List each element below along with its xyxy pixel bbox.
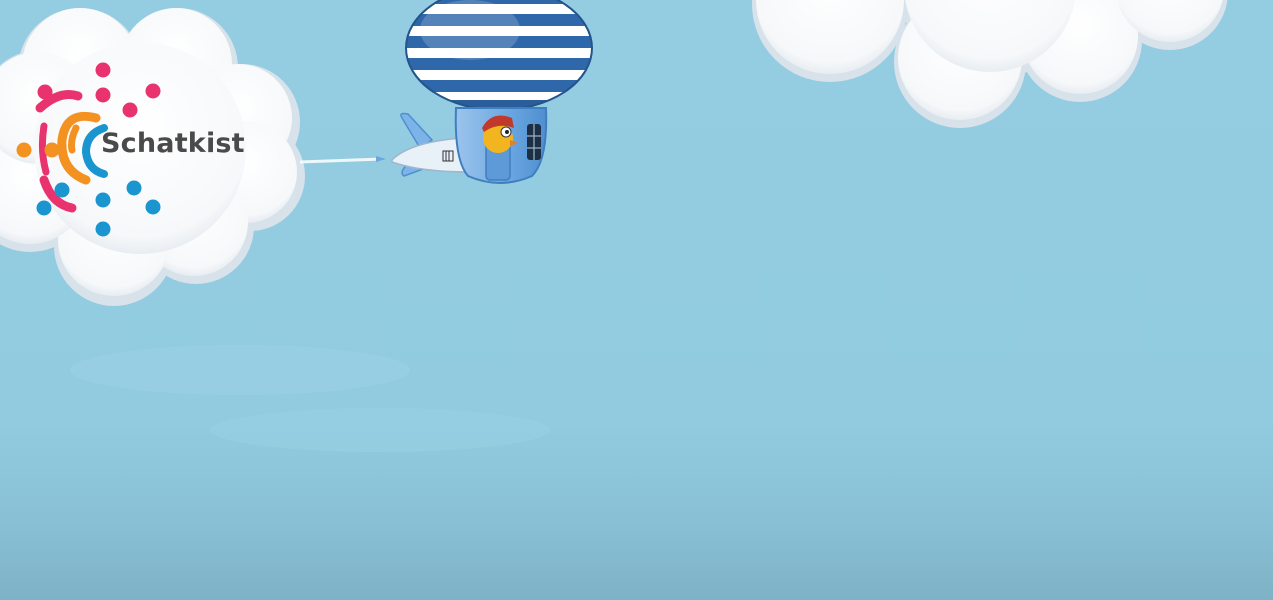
cloud-top-right — [752, 0, 1228, 128]
sky-scene: Schatkist — [0, 0, 1273, 600]
brand-name: Schatkist — [101, 128, 245, 159]
scene-art — [0, 0, 1228, 452]
balloon-airship — [391, 0, 593, 184]
